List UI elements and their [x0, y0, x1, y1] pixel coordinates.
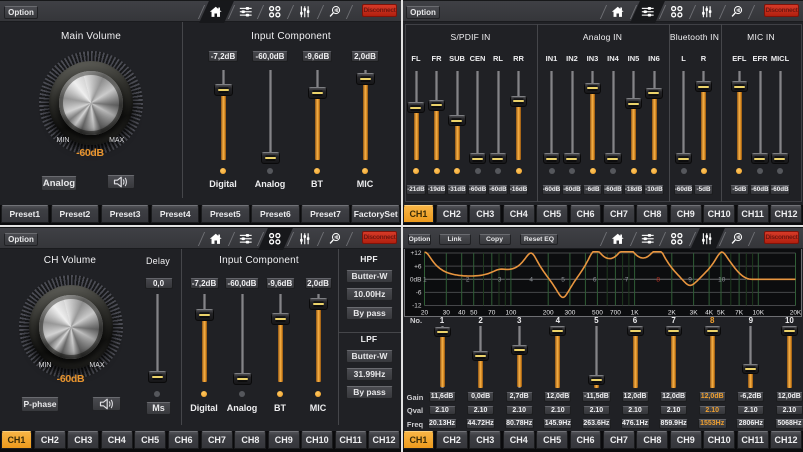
svg-text:0dB: 0dB [409, 276, 421, 283]
svg-text:9: 9 [688, 276, 692, 283]
svg-text:+12: +12 [410, 250, 421, 257]
svg-text:10: 10 [718, 276, 726, 283]
svg-text:7: 7 [624, 276, 628, 283]
svg-text:4: 4 [529, 276, 533, 283]
svg-text:2: 2 [465, 276, 469, 283]
svg-text:6: 6 [592, 276, 596, 283]
svg-text:5: 5 [561, 276, 565, 283]
svg-text:1: 1 [422, 276, 426, 283]
svg-text:8: 8 [656, 276, 660, 283]
svg-text:+6: +6 [414, 263, 422, 270]
svg-text:3: 3 [497, 276, 501, 283]
svg-text:-6: -6 [415, 289, 421, 296]
